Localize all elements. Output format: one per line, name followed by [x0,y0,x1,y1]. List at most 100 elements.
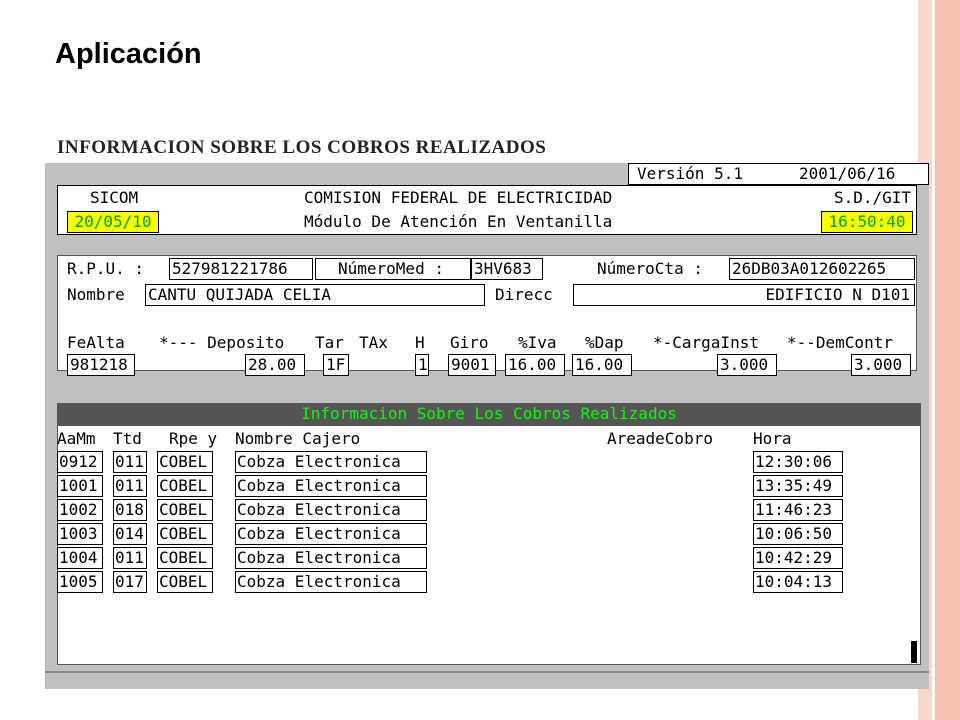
meter-label-box: NúmeroMed : [315,258,471,280]
giro-field[interactable]: 9001 [448,354,496,376]
area-header: AreadeCobro [607,429,713,448]
demanda-field[interactable]: 3.000 [851,354,911,376]
ttd-cell[interactable]: 017 [113,571,147,593]
name-field[interactable]: CANTU QUIJADA CELIA [145,284,485,306]
nombre-cell[interactable]: Cobza Electronica [235,571,427,593]
rpe-cell[interactable]: COBEL [157,499,213,521]
hora-value: 10:06:50 [755,524,833,543]
h-header: H [415,333,425,352]
ttd-value: 018 [115,500,144,519]
payments-section-title: Informacion Sobre Los Cobros Realizados [57,403,921,425]
aamm-value: 0912 [59,452,98,471]
ttd-value: 011 [115,476,144,495]
carga-header: *-CargaInst [653,333,759,352]
screen-bottom-edge [45,671,929,673]
aamm-value: 1001 [59,476,98,495]
dap-field[interactable]: 16.00 [572,354,632,376]
version-box: Versión 5.1 2001/06/16 [628,163,929,185]
ttd-cell[interactable]: 011 [113,547,147,569]
rpe-cell[interactable]: COBEL [157,451,213,473]
hora-value: 13:35:49 [755,476,833,495]
organization-name: COMISION FEDERAL DE ELECTRICIDAD [304,188,613,207]
giro-header: Giro [450,333,489,352]
rpe-cell[interactable]: COBEL [157,523,213,545]
hora-cell[interactable]: 10:04:13 [753,571,843,593]
current-date: 20/05/10 [67,211,159,233]
demanda-header: *--DemContr [787,333,893,352]
ttd-value: 017 [115,572,144,591]
system-name: SICOM [90,188,139,207]
giro-value: 9001 [451,355,490,374]
department-code: S.D./GIT [834,188,912,207]
hora-cell[interactable]: 13:35:49 [753,475,843,497]
aamm-value: 1003 [59,524,98,543]
iva-value: 16.00 [508,355,557,374]
nombre-value: Cobza Electronica [237,500,401,519]
nombre-cell[interactable]: Cobza Electronica [235,523,427,545]
aamm-cell[interactable]: 1002 [57,499,103,521]
h-value: 1 [418,355,428,374]
tar-field[interactable]: 1F [323,354,349,376]
rpe-value: COBEL [159,572,208,591]
iva-field[interactable]: 16.00 [505,354,565,376]
nombre-value: Cobza Electronica [237,524,401,543]
rpe-value: COBEL [159,452,208,471]
nombre-value: Cobza Electronica [237,572,401,591]
meter-field[interactable]: 3HV683 [471,258,543,280]
iva-header: %Iva [518,333,557,352]
name-value: CANTU QUIJADA CELIA [148,285,332,304]
rpe-cell[interactable]: COBEL [157,571,213,593]
carga-value: 3.000 [720,355,769,374]
aamm-cell[interactable]: 0912 [57,451,103,473]
dap-value: 16.00 [575,355,624,374]
aamm-cell[interactable]: 1001 [57,475,103,497]
current-time: 16:50:40 [821,211,913,233]
address-field[interactable]: EDIFICIO N D101 [573,284,915,306]
account-label: NúmeroCta : [597,259,703,278]
account-value: 26DB03A012602265 [732,259,887,278]
ttd-value: 014 [115,524,144,543]
ttd-cell[interactable]: 014 [113,523,147,545]
hora-header: Hora [753,429,792,448]
address-value: EDIFICIO N D101 [765,285,911,304]
hora-cell[interactable]: 10:42:29 [753,547,843,569]
nombre-cell[interactable]: Cobza Electronica [235,499,427,521]
ttd-value: 011 [115,452,144,471]
hora-cell[interactable]: 12:30:06 [753,451,843,473]
ttd-cell[interactable]: 018 [113,499,147,521]
header-panel: SICOM COMISION FEDERAL DE ELECTRICIDAD S… [57,185,917,235]
deposito-field[interactable]: 28.00 [245,354,305,376]
carga-field[interactable]: 3.000 [717,354,777,376]
terminal-screen: Versión 5.1 2001/06/16 SICOM COMISION FE… [45,163,929,689]
rpe-cell[interactable]: COBEL [157,547,213,569]
aamm-cell[interactable]: 1005 [57,571,103,593]
hora-cell[interactable]: 10:06:50 [753,523,843,545]
rpe-value: COBEL [159,500,208,519]
rpu-value: 527981221786 [172,259,288,278]
rpe-value: COBEL [159,476,208,495]
nombre-cell[interactable]: Cobza Electronica [235,475,427,497]
meter-label: NúmeroMed : [338,259,444,278]
fealta-value: 981218 [70,355,128,374]
account-field[interactable]: 26DB03A012602265 [729,258,915,280]
h-field[interactable]: 1 [415,354,429,376]
nombre-cell[interactable]: Cobza Electronica [235,451,427,473]
tar-value: 1F [326,355,346,374]
address-label: Direcc [495,285,553,304]
aamm-cell[interactable]: 1004 [57,547,103,569]
ttd-header: Ttd [113,429,142,448]
hora-cell[interactable]: 11:46:23 [753,499,843,521]
nombre-header: Nombre Cajero [235,429,361,448]
ttd-cell[interactable]: 011 [113,475,147,497]
rpe-cell[interactable]: COBEL [157,475,213,497]
ttd-cell[interactable]: 011 [113,451,147,473]
slide-subtitle: INFORMACION SOBRE LOS COBROS REALIZADOS [57,137,547,158]
fealta-field[interactable]: 981218 [67,354,135,376]
version-date: 2001/06/16 [799,164,896,183]
rpu-field[interactable]: 527981221786 [169,258,313,280]
rpe-value: COBEL [159,548,208,567]
aamm-header: AaMm [57,429,96,448]
aamm-cell[interactable]: 1003 [57,523,103,545]
nombre-cell[interactable]: Cobza Electronica [235,547,427,569]
hora-value: 11:46:23 [755,500,833,519]
